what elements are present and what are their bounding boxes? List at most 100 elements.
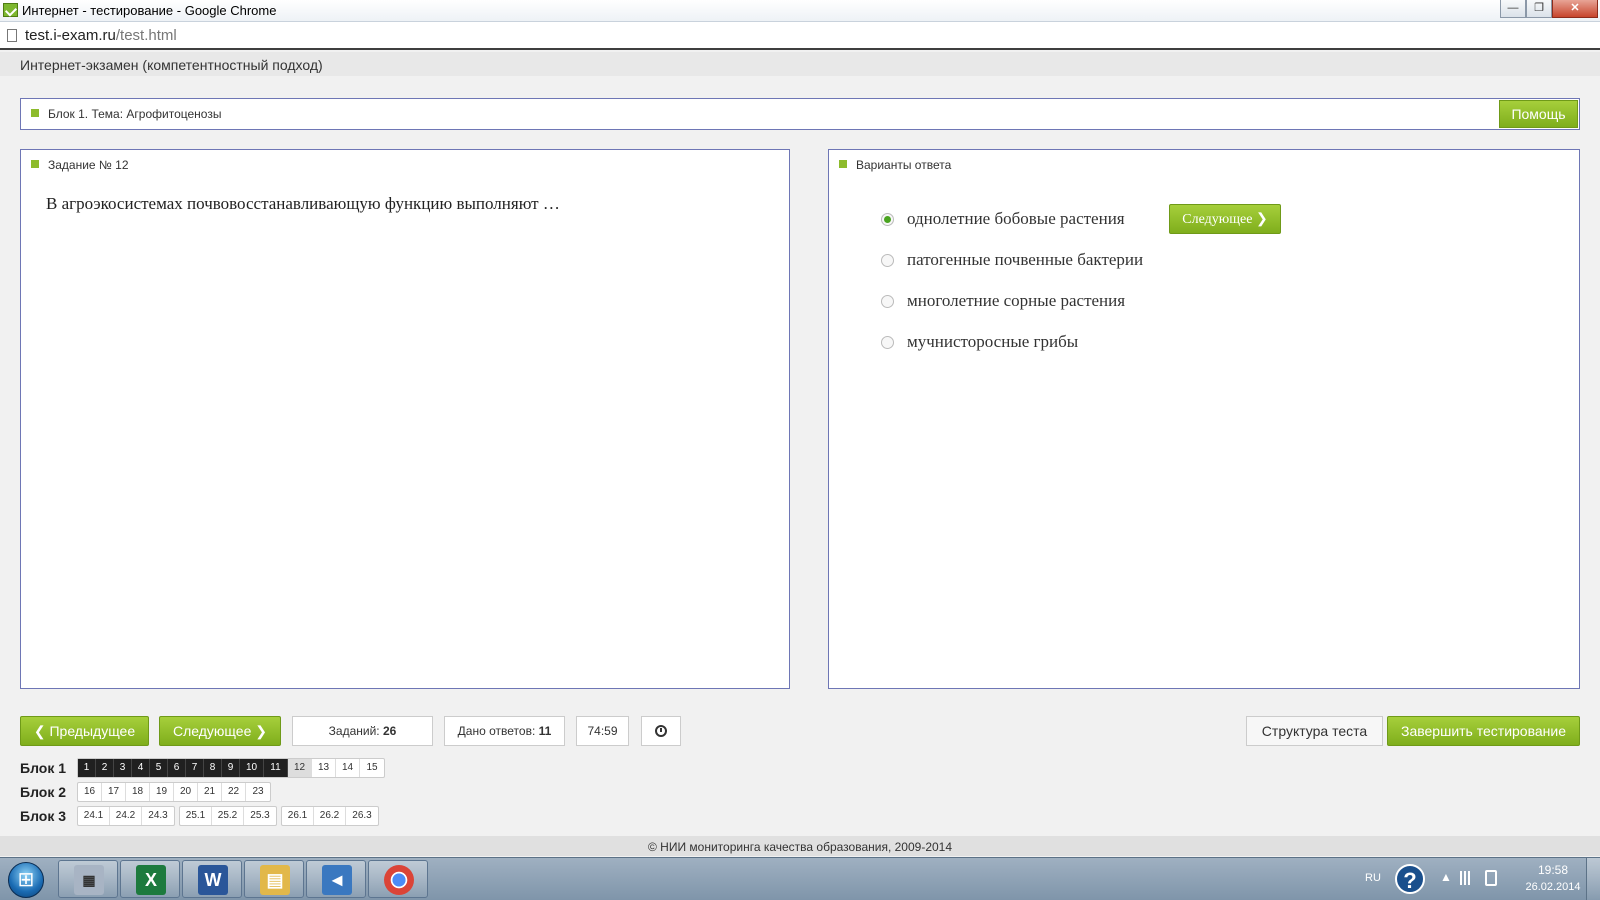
answer-radio[interactable] — [881, 253, 894, 267]
task-cell[interactable]: 15 — [360, 759, 384, 777]
task-cell[interactable]: 18 — [126, 783, 150, 801]
url-path: /test.html — [115, 27, 177, 44]
block-bar: Блок 1. Тема: Агрофитоценозы Помощь — [20, 98, 1580, 130]
show-desktop-button[interactable] — [1586, 858, 1600, 900]
task-cell[interactable]: 17 — [102, 783, 126, 801]
task-cell[interactable]: 24.1 — [78, 807, 110, 825]
task-cell[interactable]: 1 — [78, 759, 96, 777]
next-label: Следующее — [173, 722, 252, 739]
maximize-button[interactable]: ❐ — [1526, 0, 1552, 18]
app-header: Интернет-экзамен (компетентностный подхо… — [0, 52, 1600, 76]
task-cell[interactable]: 5 — [150, 759, 168, 777]
timer-toggle-button[interactable] — [641, 716, 681, 746]
next-answer-button[interactable]: Следующее ❯ — [1169, 204, 1281, 234]
task-cell[interactable]: 26.1 — [282, 807, 314, 825]
help-button[interactable]: Помощь — [1499, 100, 1578, 128]
url-host: test.i-exam.ru — [25, 27, 116, 44]
task-grid-row: Блок 2 16 17 18 19 20 21 22 23 — [20, 782, 275, 802]
system-date[interactable]: 26.02.2014 — [1516, 881, 1590, 893]
help-tray-icon[interactable]: ? — [1395, 864, 1425, 894]
address-bar[interactable]: test.i-exam.ru/test.html — [0, 22, 1600, 50]
taskbar-app[interactable]: W — [182, 860, 242, 898]
task-cell[interactable]: 7 — [186, 759, 204, 777]
task-cell[interactable]: 26.3 — [346, 807, 378, 825]
task-cell[interactable]: 10 — [240, 759, 264, 777]
task-cell[interactable]: 21 — [198, 783, 222, 801]
answers-title: Варианты ответа — [856, 158, 952, 172]
language-indicator[interactable]: RU — [1365, 872, 1381, 884]
copyright: © НИИ мониторинга качества образования, … — [647, 840, 953, 854]
task-cell[interactable]: 13 — [312, 759, 336, 777]
taskbar-app[interactable]: ◄ — [306, 860, 366, 898]
task-cell[interactable]: 12 — [288, 759, 312, 777]
question-text: В агроэкосистемах почвовосстанавливающую… — [46, 194, 560, 213]
task-cell[interactable]: 24.3 — [142, 807, 174, 825]
close-button[interactable]: ✕ — [1552, 0, 1598, 18]
task-cell[interactable]: 6 — [168, 759, 186, 777]
tray-expand-icon[interactable]: ▲ — [1440, 870, 1452, 884]
task-cell[interactable]: 25.3 — [244, 807, 276, 825]
answer-radio[interactable] — [881, 212, 894, 226]
previous-button[interactable]: ❮ Предыдущее — [20, 716, 149, 746]
next-button[interactable]: Следующее ❯ — [159, 716, 281, 746]
answer-label[interactable]: патогенные почвенные бактерии — [907, 250, 1143, 270]
timer: 74:59 — [576, 716, 629, 746]
task-cell[interactable]: 11 — [264, 759, 288, 777]
start-button[interactable] — [8, 862, 44, 898]
task-cell[interactable]: 22 — [222, 783, 246, 801]
chevron-right-icon: ❯ — [1255, 211, 1268, 227]
task-cell[interactable]: 2 — [96, 759, 114, 777]
chevron-right-icon: ❯ — [255, 722, 267, 739]
answer-label[interactable]: многолетние сорные растения — [907, 291, 1125, 311]
answer-label[interactable]: мучнисторосные грибы — [907, 332, 1078, 352]
answered-count: Дано ответов: 11 — [444, 716, 565, 746]
task-cell[interactable]: 14 — [336, 759, 360, 777]
question-panel: Задание № 12 В агроэкосистемах почвовосс… — [20, 149, 790, 689]
minimize-button[interactable]: — — [1500, 0, 1526, 18]
finish-test-button[interactable]: Завершить тестирование — [1387, 716, 1580, 746]
task-cell[interactable]: 25.2 — [212, 807, 244, 825]
taskbar-app[interactable] — [368, 860, 428, 898]
tasks-label: Заданий: — [328, 724, 380, 738]
url[interactable]: test.i-exam.ru/test.html — [25, 27, 177, 44]
answer-option[interactable]: мучнисторосные грибы — [881, 330, 1078, 354]
task-cell[interactable]: 16 — [78, 783, 102, 801]
answer-radio[interactable] — [881, 294, 894, 308]
task-cell[interactable]: 3 — [114, 759, 132, 777]
taskbar-app[interactable]: X — [120, 860, 180, 898]
answered-label: Дано ответов: — [457, 724, 536, 738]
media-player-icon: ◄ — [322, 865, 352, 895]
tasks-count: Заданий: 26 — [292, 716, 433, 746]
power-icon[interactable] — [1485, 870, 1497, 886]
answer-option[interactable]: однолетние бобовые растения — [881, 207, 1125, 231]
bullet-square-icon — [839, 160, 847, 168]
chrome-icon — [384, 865, 414, 895]
block-title: Блок 1. Тема: Агрофитоценозы — [48, 107, 222, 121]
task-cell[interactable]: 25.1 — [180, 807, 212, 825]
system-time[interactable]: 19:58 — [1522, 863, 1584, 877]
task-cell[interactable]: 8 — [204, 759, 222, 777]
task-group: 1 2 3 4 5 6 7 8 9 10 11 12 13 14 15 — [77, 758, 385, 778]
task-cell[interactable]: 26.2 — [314, 807, 346, 825]
task-group: 24.1 24.2 24.3 — [77, 806, 175, 826]
taskbar-app[interactable]: ▤ — [244, 860, 304, 898]
task-cell[interactable]: 4 — [132, 759, 150, 777]
task-cell[interactable]: 19 — [150, 783, 174, 801]
exam-title: Интернет-экзамен (компетентностный подхо… — [20, 57, 323, 73]
answer-option[interactable]: многолетние сорные растения — [881, 289, 1125, 313]
network-signal-icon[interactable] — [1460, 871, 1476, 885]
task-cell[interactable]: 23 — [246, 783, 270, 801]
task-grid-row: Блок 1 1 2 3 4 5 6 7 8 9 10 11 12 13 14 15 — [20, 758, 389, 778]
task-cell[interactable]: 24.2 — [110, 807, 142, 825]
answer-option[interactable]: патогенные почвенные бактерии — [881, 248, 1143, 272]
tasks-value: 26 — [382, 724, 397, 738]
taskbar-app[interactable]: ▦ — [58, 860, 118, 898]
next-answer-label: Следующее — [1182, 211, 1253, 227]
test-structure-button[interactable]: Структура теста — [1246, 716, 1383, 746]
answer-radio[interactable] — [881, 335, 894, 349]
footer: © НИИ мониторинга качества образования, … — [0, 836, 1600, 856]
task-cell[interactable]: 9 — [222, 759, 240, 777]
task-cell[interactable]: 20 — [174, 783, 198, 801]
answer-label[interactable]: однолетние бобовые растения — [907, 209, 1125, 229]
grid-block-label: Блок 1 — [20, 760, 67, 776]
